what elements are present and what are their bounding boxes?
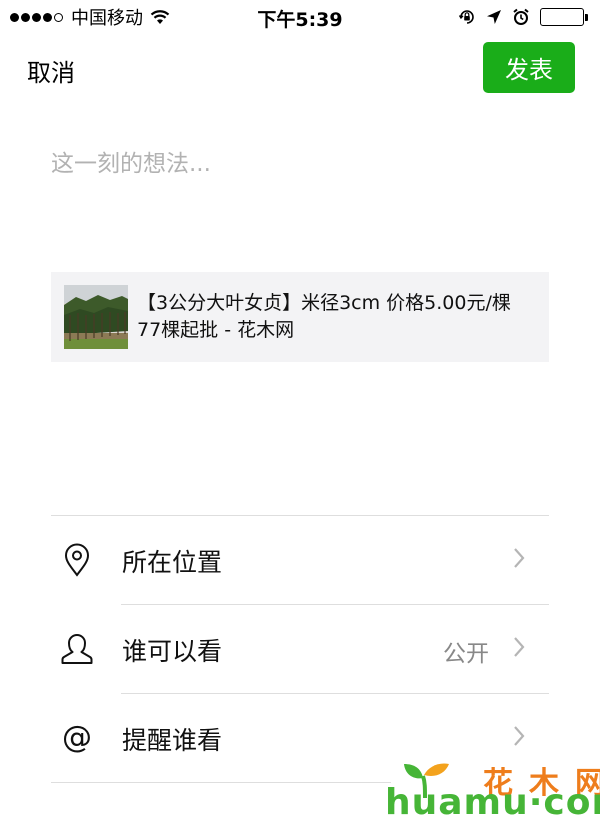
chevron-right-icon [514,726,525,746]
shared-link-title: 【3公分大叶女贞】米径3cm 价格5.00元/棵 77棵起批 - 花木网 [137,292,511,341]
chevron-right-icon [514,548,525,568]
watermark-english: huamu·com [385,782,600,819]
tree-nursery-thumbnail [64,285,128,349]
orientation-lock-icon [458,8,476,26]
battery-icon [540,8,590,26]
option-visibility[interactable]: 谁可以看 公开 [51,605,549,693]
option-label: 所在位置 [122,548,223,577]
location-arrow-icon [486,9,502,25]
at-icon: @ [62,720,92,755]
alarm-icon [512,8,530,26]
publish-button[interactable]: 发表 [483,42,575,93]
option-value: 公开 [443,641,489,667]
moment-text-input[interactable] [51,144,551,224]
chevron-right-icon [514,637,525,657]
option-label: 提醒谁看 [122,726,223,755]
list-bottom-divider [51,782,391,783]
person-icon [61,629,93,669]
moments-compose-screen: 中国移动 下午5:39 取消 发表 这一刻的想法... 【3公分大叶女贞】米径3… [0,0,600,819]
option-label: 谁可以看 [122,637,223,666]
shared-link-card[interactable]: 【3公分大叶女贞】米径3cm 价格5.00元/棵 77棵起批 - 花木网 [51,272,549,362]
option-location[interactable]: 所在位置 [51,516,549,604]
status-bar: 中国移动 下午5:39 [0,0,600,36]
location-pin-icon [61,540,93,580]
status-bar-right [448,7,590,27]
huamu-watermark-logo: 花木网 huamu·com [381,758,600,819]
cancel-button[interactable]: 取消 [27,53,75,88]
